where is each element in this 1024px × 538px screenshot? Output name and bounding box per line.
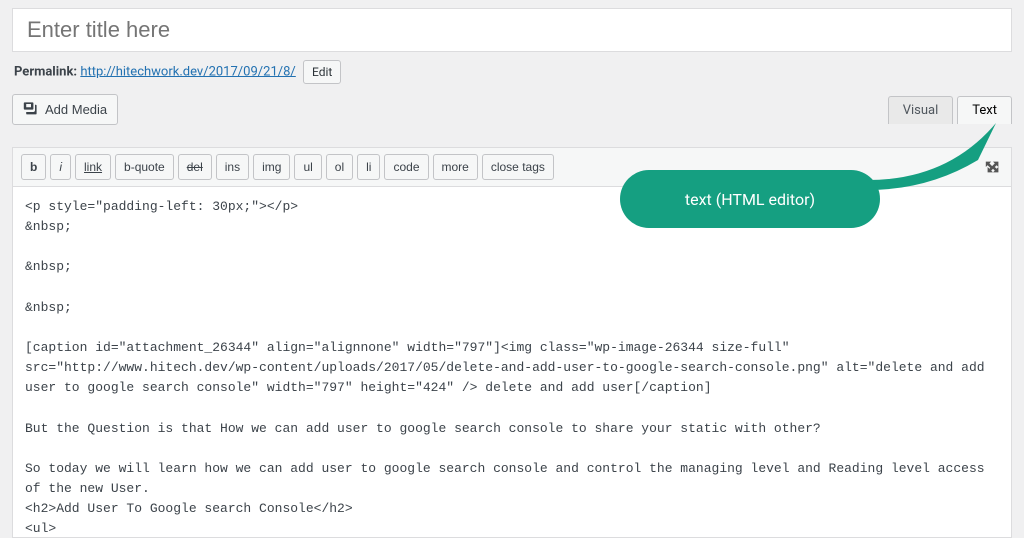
qt-blockquote[interactable]: b-quote [115, 154, 174, 180]
qt-code[interactable]: code [384, 154, 428, 180]
qt-italic[interactable]: i [50, 154, 71, 180]
qt-link[interactable]: link [75, 154, 111, 180]
annotation-callout: text (HTML editor) [620, 170, 880, 228]
qt-ol[interactable]: ol [326, 154, 353, 180]
qt-li[interactable]: li [357, 154, 380, 180]
qt-more[interactable]: more [433, 154, 478, 180]
add-media-label: Add Media [45, 102, 107, 117]
permalink-label: Permalink: [14, 64, 77, 79]
post-content-textarea[interactable]: <p style="padding-left: 30px;"></p> &nbs… [13, 187, 1011, 537]
edit-permalink-button[interactable]: Edit [303, 60, 341, 84]
qt-img[interactable]: img [253, 154, 290, 180]
qt-ins[interactable]: ins [216, 154, 249, 180]
qt-ul[interactable]: ul [294, 154, 321, 180]
qt-close-tags[interactable]: close tags [482, 154, 554, 180]
callout-text: text (HTML editor) [685, 190, 815, 209]
media-icon [23, 100, 39, 119]
permalink-url[interactable]: http://hitechwork.dev/2017/09/21/8/ [80, 64, 295, 79]
post-title-input[interactable] [12, 8, 1012, 52]
permalink-row: Permalink: http://hitechwork.dev/2017/09… [0, 52, 1024, 90]
qt-bold[interactable]: b [21, 154, 46, 180]
add-media-button[interactable]: Add Media [12, 94, 118, 125]
qt-del[interactable]: del [178, 154, 212, 180]
